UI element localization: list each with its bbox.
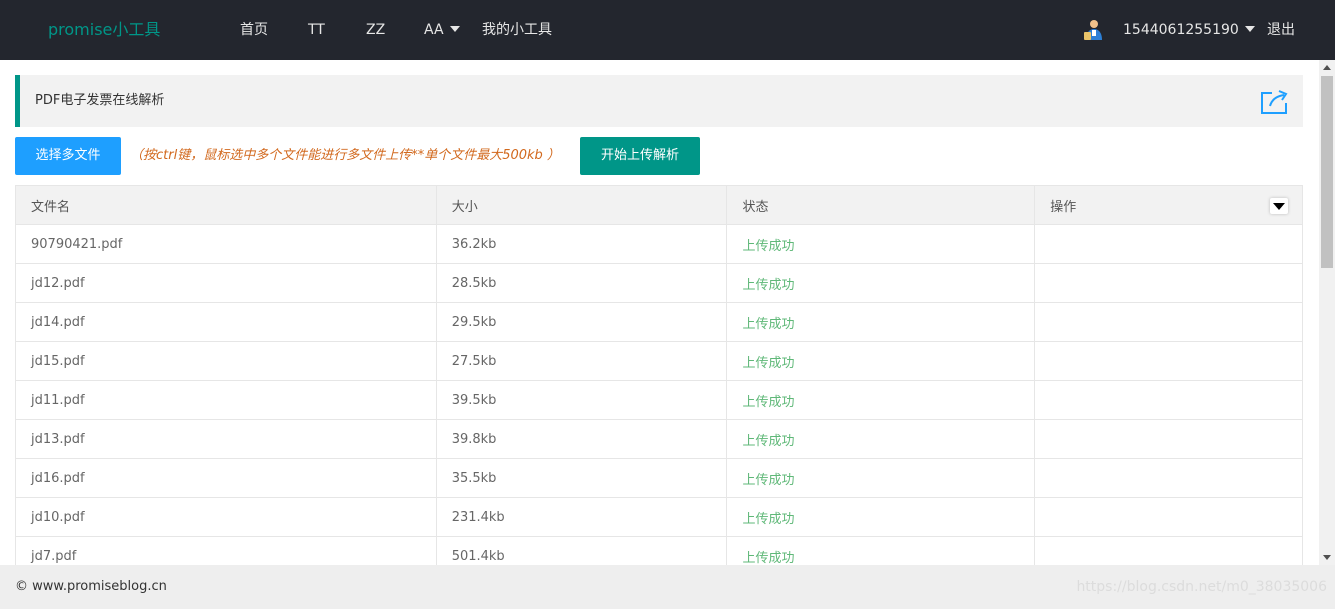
nav-my-tools[interactable]: 我的小工具 bbox=[482, 0, 552, 60]
nav-aa-dropdown[interactable]: AA bbox=[424, 0, 460, 60]
file-size: 29.5kb bbox=[435, 302, 728, 342]
row-actions bbox=[1034, 263, 1303, 303]
file-name: jd14.pdf bbox=[15, 302, 437, 342]
file-size: 27.5kb bbox=[435, 341, 728, 381]
table-row: 90790421.pdf 36.2kb 上传成功 bbox=[15, 224, 1303, 264]
table-row: jd11.pdf 39.5kb 上传成功 bbox=[15, 380, 1303, 420]
row-actions bbox=[1034, 497, 1303, 537]
file-size: 231.4kb bbox=[435, 497, 728, 537]
column-header-filename[interactable]: 文件名 bbox=[15, 185, 437, 225]
column-header-size[interactable]: 大小 bbox=[435, 185, 728, 225]
file-name: jd12.pdf bbox=[15, 263, 437, 303]
upload-status: 上传成功 bbox=[726, 419, 1036, 459]
table-header-row: 文件名 大小 状态 操作 bbox=[15, 185, 1303, 225]
column-header-status[interactable]: 状态 bbox=[726, 185, 1036, 225]
table-row: jd16.pdf 35.5kb 上传成功 bbox=[15, 458, 1303, 498]
upload-status: 上传成功 bbox=[726, 263, 1036, 303]
file-size: 36.2kb bbox=[435, 224, 728, 264]
file-name: jd10.pdf bbox=[15, 497, 437, 537]
file-size: 28.5kb bbox=[435, 263, 728, 303]
row-actions bbox=[1034, 458, 1303, 498]
nav-zz[interactable]: ZZ bbox=[366, 0, 385, 60]
upload-hint: （按ctrl键，鼠标选中多个文件能进行多文件上传**单个文件最大500kb ） bbox=[130, 148, 560, 163]
nav-aa-label: AA bbox=[424, 22, 444, 38]
share-icon[interactable] bbox=[1259, 89, 1289, 115]
copyright-text: © www.promiseblog.cn bbox=[15, 579, 167, 594]
file-size: 39.8kb bbox=[435, 419, 728, 459]
row-actions bbox=[1034, 341, 1303, 381]
page-footer: © www.promiseblog.cn https://blog.csdn.n… bbox=[0, 565, 1335, 609]
chevron-down-icon bbox=[449, 26, 460, 32]
select-files-button[interactable]: 选择多文件 bbox=[15, 137, 121, 175]
site-logo[interactable]: promise小工具 bbox=[48, 0, 160, 60]
scroll-up-arrow-icon[interactable] bbox=[1323, 65, 1331, 70]
file-name: jd11.pdf bbox=[15, 380, 437, 420]
username: 1544061255190 bbox=[1123, 22, 1239, 38]
scroll-thumb[interactable] bbox=[1321, 76, 1333, 268]
table-row: jd10.pdf 231.4kb 上传成功 bbox=[15, 497, 1303, 537]
nav-tt[interactable]: TT bbox=[308, 0, 325, 60]
table-row: jd12.pdf 28.5kb 上传成功 bbox=[15, 263, 1303, 303]
column-header-actions-label: 操作 bbox=[1050, 199, 1077, 215]
column-header-actions[interactable]: 操作 bbox=[1034, 185, 1303, 225]
row-actions bbox=[1034, 536, 1303, 565]
scroll-down-arrow-icon[interactable] bbox=[1323, 555, 1331, 560]
logout-link[interactable]: 退出 bbox=[1267, 0, 1295, 60]
row-actions bbox=[1034, 224, 1303, 264]
upload-status: 上传成功 bbox=[726, 458, 1036, 498]
top-navbar: promise小工具 首页 TT ZZ AA 我的小工具 15440612551… bbox=[0, 0, 1335, 60]
start-upload-button[interactable]: 开始上传解析 bbox=[580, 137, 700, 175]
file-name: 90790421.pdf bbox=[15, 224, 437, 264]
table-row: jd7.pdf 501.4kb 上传成功 bbox=[15, 536, 1303, 565]
row-actions bbox=[1034, 419, 1303, 459]
vertical-scrollbar[interactable] bbox=[1319, 60, 1335, 565]
row-actions bbox=[1034, 302, 1303, 342]
table-row: jd15.pdf 27.5kb 上传成功 bbox=[15, 341, 1303, 381]
file-size: 501.4kb bbox=[435, 536, 728, 565]
upload-status: 上传成功 bbox=[726, 497, 1036, 537]
file-table: 文件名 大小 状态 操作 90790421.pdf 36.2kb 上传成功 jd12… bbox=[15, 185, 1303, 565]
file-name: jd15.pdf bbox=[15, 341, 437, 381]
page-title: PDF电子发票在线解析 bbox=[35, 93, 165, 108]
file-size: 39.5kb bbox=[435, 380, 728, 420]
upload-status: 上传成功 bbox=[726, 380, 1036, 420]
table-row: jd13.pdf 39.8kb 上传成功 bbox=[15, 419, 1303, 459]
main-content: PDF电子发票在线解析 选择多文件 （按ctrl键，鼠标选中多个文件能进行多文件… bbox=[0, 60, 1319, 565]
file-name: jd16.pdf bbox=[15, 458, 437, 498]
nav-home[interactable]: 首页 bbox=[240, 0, 268, 60]
file-size: 35.5kb bbox=[435, 458, 728, 498]
upload-status: 上传成功 bbox=[726, 224, 1036, 264]
chevron-down-icon bbox=[1244, 26, 1255, 32]
upload-status: 上传成功 bbox=[726, 302, 1036, 342]
page-title-bar: PDF电子发票在线解析 bbox=[15, 75, 1303, 127]
upload-status: 上传成功 bbox=[726, 341, 1036, 381]
user-menu[interactable]: 1544061255190 bbox=[1123, 0, 1255, 60]
row-actions bbox=[1034, 380, 1303, 420]
table-row: jd14.pdf 29.5kb 上传成功 bbox=[15, 302, 1303, 342]
file-name: jd7.pdf bbox=[15, 536, 437, 565]
watermark-text: https://blog.csdn.net/m0_38035006 bbox=[1076, 579, 1327, 595]
user-avatar-icon[interactable] bbox=[1081, 18, 1105, 42]
filter-dropdown-icon[interactable] bbox=[1270, 198, 1288, 214]
file-name: jd13.pdf bbox=[15, 419, 437, 459]
upload-status: 上传成功 bbox=[726, 536, 1036, 565]
